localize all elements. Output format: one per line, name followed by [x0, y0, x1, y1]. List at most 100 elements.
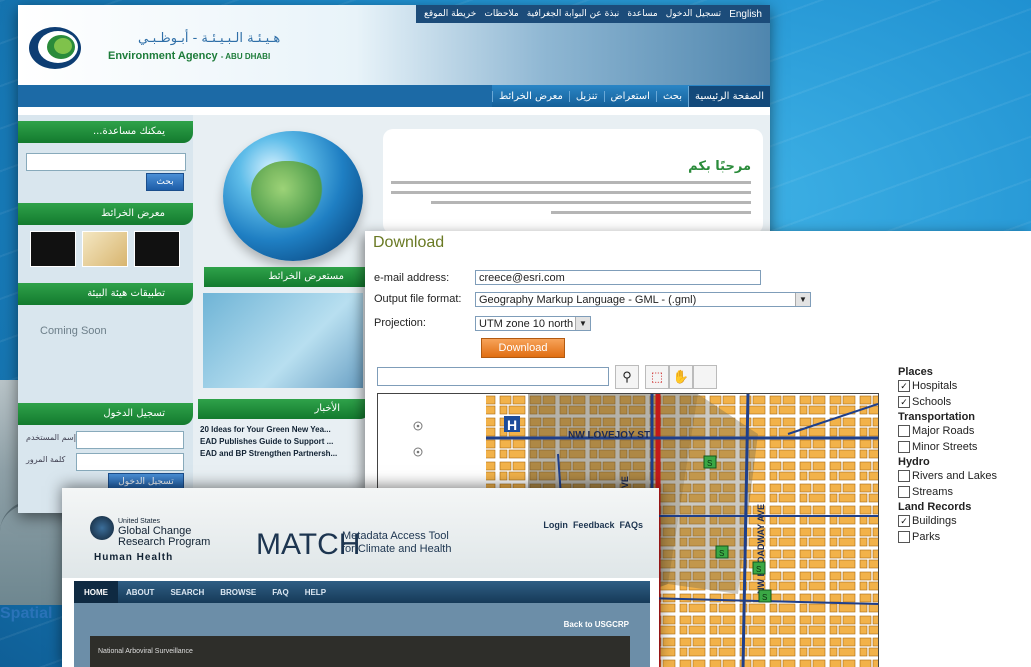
username-label: إسم المستخدم — [26, 433, 76, 442]
nav-search[interactable]: SEARCH — [162, 588, 212, 597]
ead-nav-browse[interactable]: استعراض — [603, 90, 656, 102]
layer-item[interactable]: Parks — [898, 529, 1031, 545]
ead-nav-home[interactable]: الصفحة الرئيسية — [688, 85, 770, 107]
format-select[interactable]: Geography Markup Language - GML - (.gml)… — [475, 292, 811, 307]
org-line-1: United States — [118, 518, 161, 525]
ead-top-link[interactable]: تسجيل الدخول — [666, 9, 721, 19]
gallery-thumbnail[interactable] — [30, 231, 76, 267]
checkbox[interactable] — [898, 531, 910, 543]
chevron-down-icon[interactable]: ▼ — [795, 293, 810, 306]
layer-item[interactable]: Streams — [898, 484, 1031, 500]
match-header: United States Global Change Research Prog… — [62, 488, 659, 578]
checkbox[interactable] — [898, 486, 910, 498]
ead-nav-gallery[interactable]: معرض الخرائط — [492, 90, 569, 102]
ead-section-news: الأخبار — [198, 399, 370, 419]
svg-text:S: S — [762, 593, 767, 602]
layer-list: Places ✓ Hospitals ✓ Schools Transportatio… — [898, 365, 1031, 545]
checkbox[interactable]: ✓ — [898, 396, 910, 408]
ead-top-link[interactable]: ملاحظات — [484, 9, 518, 19]
nav-faq[interactable]: FAQ — [264, 588, 296, 597]
school-icon[interactable]: S — [715, 545, 729, 559]
ead-name-english: Environment Agency - ABU DHABI — [108, 50, 271, 62]
format-label: Output file format: — [374, 293, 462, 305]
svg-text:NW LOVEJOY ST: NW LOVEJOY ST — [568, 430, 650, 441]
pan-hand-icon[interactable]: ✋ — [669, 365, 693, 389]
match-nav-bar: HOME ABOUT SEARCH BROWSE FAQ HELP — [74, 580, 650, 604]
projection-select[interactable]: UTM zone 10 north ▼ — [475, 316, 591, 331]
background-caption: Spatial — [0, 605, 53, 622]
chevron-down-icon[interactable]: ▼ — [575, 317, 590, 330]
welcome-box: مرحبًا بكم — [383, 129, 763, 234]
svg-text:S: S — [707, 459, 712, 468]
blank-tool-icon[interactable] — [693, 365, 717, 389]
layer-group-label: Hydro — [898, 456, 930, 468]
ead-top-links: خريطة الموقع ملاحظات نبذة عن البوابة الج… — [416, 5, 770, 23]
ead-nav-download[interactable]: تنزيل — [568, 90, 604, 102]
back-to-usgcrp-link[interactable]: Back to USGCRP — [564, 620, 629, 629]
checkbox[interactable] — [898, 441, 910, 453]
password-field[interactable] — [76, 453, 184, 471]
username-field[interactable] — [76, 431, 184, 449]
welcome-title: مرحبًا بكم — [688, 159, 751, 174]
gallery-thumbnail[interactable] — [82, 231, 128, 267]
ead-section-search: ...يمكنك مساعدة — [18, 121, 193, 143]
ead-header: خريطة الموقع ملاحظات نبذة عن البوابة الج… — [18, 5, 770, 85]
map-search-input[interactable] — [377, 367, 609, 386]
ead-sidebar: ...يمكنك مساعدة بحث معرض الخرائط تطبيقات… — [18, 115, 193, 513]
ead-section-viewer: مستعرض الخرائط — [204, 267, 374, 287]
svg-text:S: S — [756, 565, 761, 574]
layer-item[interactable]: Major Roads — [898, 423, 1031, 439]
ead-search-input[interactable] — [26, 153, 186, 171]
ead-name-arabic: هـيـئـة الـبـيـئـة - أبـوظـبـي — [138, 31, 281, 46]
map-viewer-preview[interactable] — [203, 293, 363, 388]
feedback-link[interactable]: Feedback — [573, 520, 615, 530]
checkbox[interactable]: ✓ — [898, 380, 910, 392]
nav-browse[interactable]: BROWSE — [212, 588, 264, 597]
checkbox[interactable]: ✓ — [898, 515, 910, 527]
ead-top-link[interactable]: نبذة عن البوابة الجغرافية — [527, 9, 620, 19]
news-item[interactable]: EAD Publishes Guide to Support ... — [200, 437, 370, 446]
login-link[interactable]: Login — [543, 520, 568, 530]
checkbox[interactable] — [898, 425, 910, 437]
nav-home[interactable]: HOME — [74, 580, 118, 604]
feature-caption: National Arboviral Surveillance — [98, 648, 193, 655]
ead-top-link-english[interactable]: English — [729, 9, 762, 20]
layer-group-label: Transportation — [898, 411, 976, 423]
layer-item[interactable]: Rivers and Lakes — [898, 468, 1031, 484]
ead-section-gallery: معرض الخرائط — [18, 203, 193, 225]
gallery-thumbnail[interactable] — [134, 231, 180, 267]
nav-about[interactable]: ABOUT — [118, 588, 162, 597]
ead-nav-search[interactable]: بحث — [655, 90, 688, 102]
password-label: كلمة المرور — [26, 455, 66, 464]
ead-nav-bar: الصفحة الرئيسية بحث استعراض تنزيل معرض ا… — [18, 85, 770, 107]
match-window: United States Global Change Research Prog… — [62, 488, 659, 667]
layer-item[interactable]: ✓ Buildings — [898, 513, 1031, 529]
ead-search-button[interactable]: بحث — [146, 173, 184, 191]
select-box-icon[interactable]: ⬚ — [645, 365, 669, 389]
match-top-links: Login Feedback FAQs — [543, 520, 643, 530]
news-list: 20 Ideas for Your Green New Yea... EAD P… — [200, 425, 370, 461]
globe-image — [223, 131, 363, 261]
nav-help[interactable]: HELP — [297, 588, 334, 597]
checkbox[interactable] — [898, 470, 910, 482]
news-item[interactable]: 20 Ideas for Your Green New Yea... — [200, 425, 370, 434]
layer-item[interactable]: ✓ Schools — [898, 394, 1031, 410]
ead-top-link[interactable]: مساعدة — [627, 9, 657, 19]
school-icon[interactable]: S — [752, 561, 766, 575]
faqs-link[interactable]: FAQs — [619, 520, 643, 530]
layer-item[interactable]: Minor Streets — [898, 439, 1031, 455]
match-subtitle: Metadata Access Tool for Climate and Heal… — [342, 530, 452, 555]
email-field[interactable]: creece@esri.com — [475, 270, 761, 285]
org-name: Global Change Research Program — [118, 525, 211, 548]
ead-logo-icon — [29, 27, 81, 69]
feature-panel: National Arboviral Surveillance — [90, 636, 630, 667]
download-title: Download — [373, 234, 445, 251]
layer-item[interactable]: ✓ Hospitals — [898, 378, 1031, 394]
school-icon[interactable]: S — [758, 589, 772, 603]
school-icon[interactable]: S — [703, 455, 717, 469]
email-label: e-mail address: — [374, 272, 450, 284]
binoculars-icon[interactable]: ⚲ — [615, 365, 639, 389]
download-button[interactable]: Download — [481, 338, 565, 358]
news-item[interactable]: EAD and BP Strengthen Partnersh... — [200, 449, 370, 458]
ead-top-link[interactable]: خريطة الموقع — [424, 9, 476, 19]
